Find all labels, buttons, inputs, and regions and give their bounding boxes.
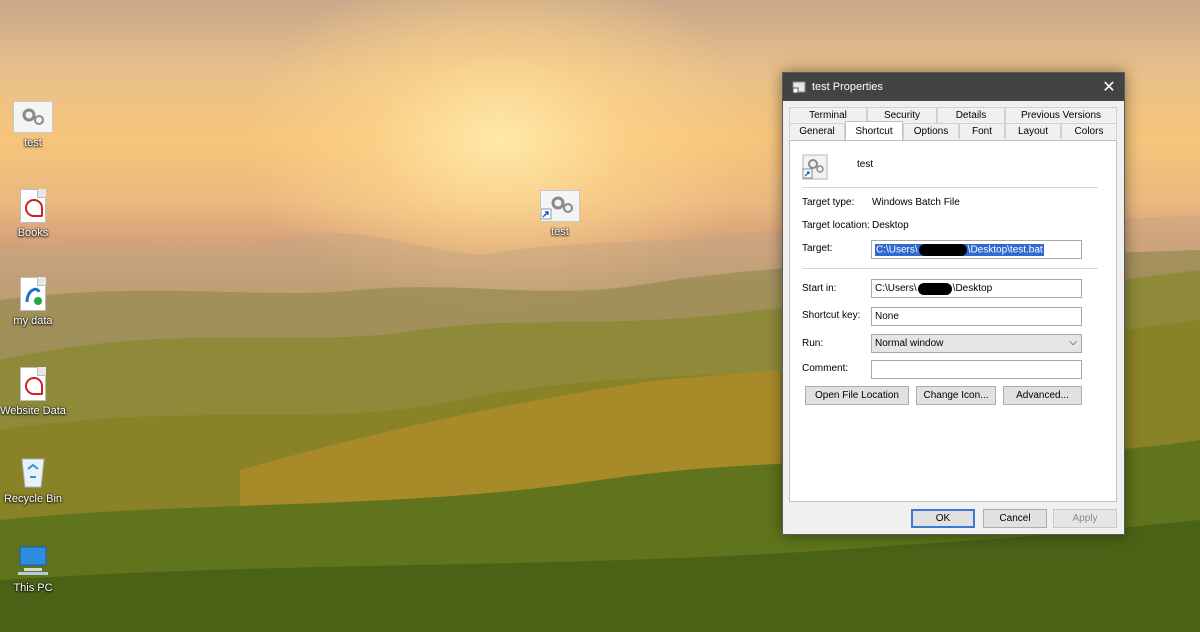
tab-details[interactable]: Details xyxy=(937,107,1005,123)
chevron-down-icon: ⌵ xyxy=(1069,337,1077,348)
comment-label: Comment: xyxy=(802,363,849,374)
target-type-label: Target type: xyxy=(802,197,855,208)
start-in-suffix: \Desktop xyxy=(952,283,993,294)
shortcut-tab-panel: test Target type: Windows Batch File Tar… xyxy=(789,140,1117,502)
tab-shortcut[interactable]: Shortcut xyxy=(845,121,903,140)
desktop-icon-website-data[interactable]: Website Data xyxy=(0,367,71,417)
tab-options[interactable]: Options xyxy=(903,123,959,139)
dialog-titlebar[interactable]: test Properties ✕ xyxy=(783,73,1124,101)
desktop-icon-label: Books xyxy=(17,227,49,239)
desktop-icon-test[interactable]: test xyxy=(0,101,71,149)
desktop-icon-label: test xyxy=(24,137,42,149)
desktop-icon-this-pc[interactable]: This PC xyxy=(0,544,71,594)
desktop-icon-books[interactable]: Books xyxy=(0,189,71,239)
target-location-row: Target location: Desktop xyxy=(802,220,909,231)
start-in-label: Start in: xyxy=(802,283,837,294)
desktop-icon-label: Website Data xyxy=(0,405,66,417)
pdf-document-icon xyxy=(20,189,46,223)
properties-dialog: test Properties ✕ Terminal Security Deta… xyxy=(782,72,1125,535)
start-in-prefix: C:\Users\ xyxy=(875,283,917,294)
target-value-suffix: \Desktop\test.bat xyxy=(967,244,1043,256)
recycle-bin-icon xyxy=(18,455,48,489)
batch-shortcut-icon xyxy=(540,190,580,222)
apply-button[interactable]: Apply xyxy=(1053,509,1117,528)
pdf-document-icon xyxy=(20,367,46,401)
target-location-value: Desktop xyxy=(872,220,909,231)
shortcut-key-label: Shortcut key: xyxy=(802,310,861,321)
close-icon[interactable]: ✕ xyxy=(1094,73,1124,101)
tab-previous-versions[interactable]: Previous Versions xyxy=(1005,107,1117,123)
ok-button[interactable]: OK xyxy=(911,509,975,528)
target-type-value: Windows Batch File xyxy=(872,197,960,208)
tab-layout[interactable]: Layout xyxy=(1005,123,1061,139)
doc-shortcut-icon xyxy=(20,277,46,311)
run-dropdown[interactable]: Normal window ⌵ xyxy=(871,334,1082,353)
desktop-icon-label: Recycle Bin xyxy=(3,493,63,505)
shortcut-file-icon xyxy=(802,154,828,183)
tab-strip: Terminal Security Details Previous Versi… xyxy=(789,107,1117,140)
target-field[interactable]: C:\Users\ \Desktop\test.bat xyxy=(871,240,1082,259)
tab-font[interactable]: Font xyxy=(959,123,1005,139)
batch-file-icon xyxy=(792,81,806,94)
dialog-title: test Properties xyxy=(812,81,883,93)
target-label: Target: xyxy=(802,243,833,254)
shortcut-key-field[interactable]: None xyxy=(871,307,1082,326)
desktop-icon-my-data[interactable]: my data xyxy=(0,277,71,327)
comment-field[interactable] xyxy=(871,360,1082,379)
desktop-icon-label: my data xyxy=(13,315,53,327)
target-selection: C:\Users\ \Desktop\test.bat xyxy=(875,243,1044,256)
advanced-button[interactable]: Advanced... xyxy=(1003,386,1082,405)
redaction-mark xyxy=(917,282,952,295)
desktop-icon-label: This PC xyxy=(13,582,53,594)
open-file-location-button[interactable]: Open File Location xyxy=(805,386,909,405)
target-location-label: Target location: xyxy=(802,220,870,231)
run-value: Normal window xyxy=(875,338,944,349)
tab-general[interactable]: General xyxy=(789,123,845,139)
desktop-icon-test-shortcut[interactable]: test xyxy=(522,190,598,238)
desktop-icon-label: test xyxy=(551,226,569,238)
target-type-row: Target type: Windows Batch File xyxy=(802,197,960,208)
shortcut-name: test xyxy=(857,159,874,170)
tab-colors[interactable]: Colors xyxy=(1061,123,1117,139)
computer-icon xyxy=(16,544,50,578)
batch-file-icon xyxy=(13,101,53,133)
start-in-field[interactable]: C:\Users\ \Desktop xyxy=(871,279,1082,298)
desktop-icon-recycle-bin[interactable]: Recycle Bin xyxy=(0,455,71,505)
separator xyxy=(802,187,1098,188)
target-value-prefix: C:\Users\ xyxy=(876,244,918,256)
cancel-button[interactable]: Cancel xyxy=(983,509,1047,528)
separator xyxy=(802,268,1098,269)
redaction-mark xyxy=(918,243,967,256)
run-label: Run: xyxy=(802,338,824,349)
change-icon-button[interactable]: Change Icon... xyxy=(916,386,996,405)
